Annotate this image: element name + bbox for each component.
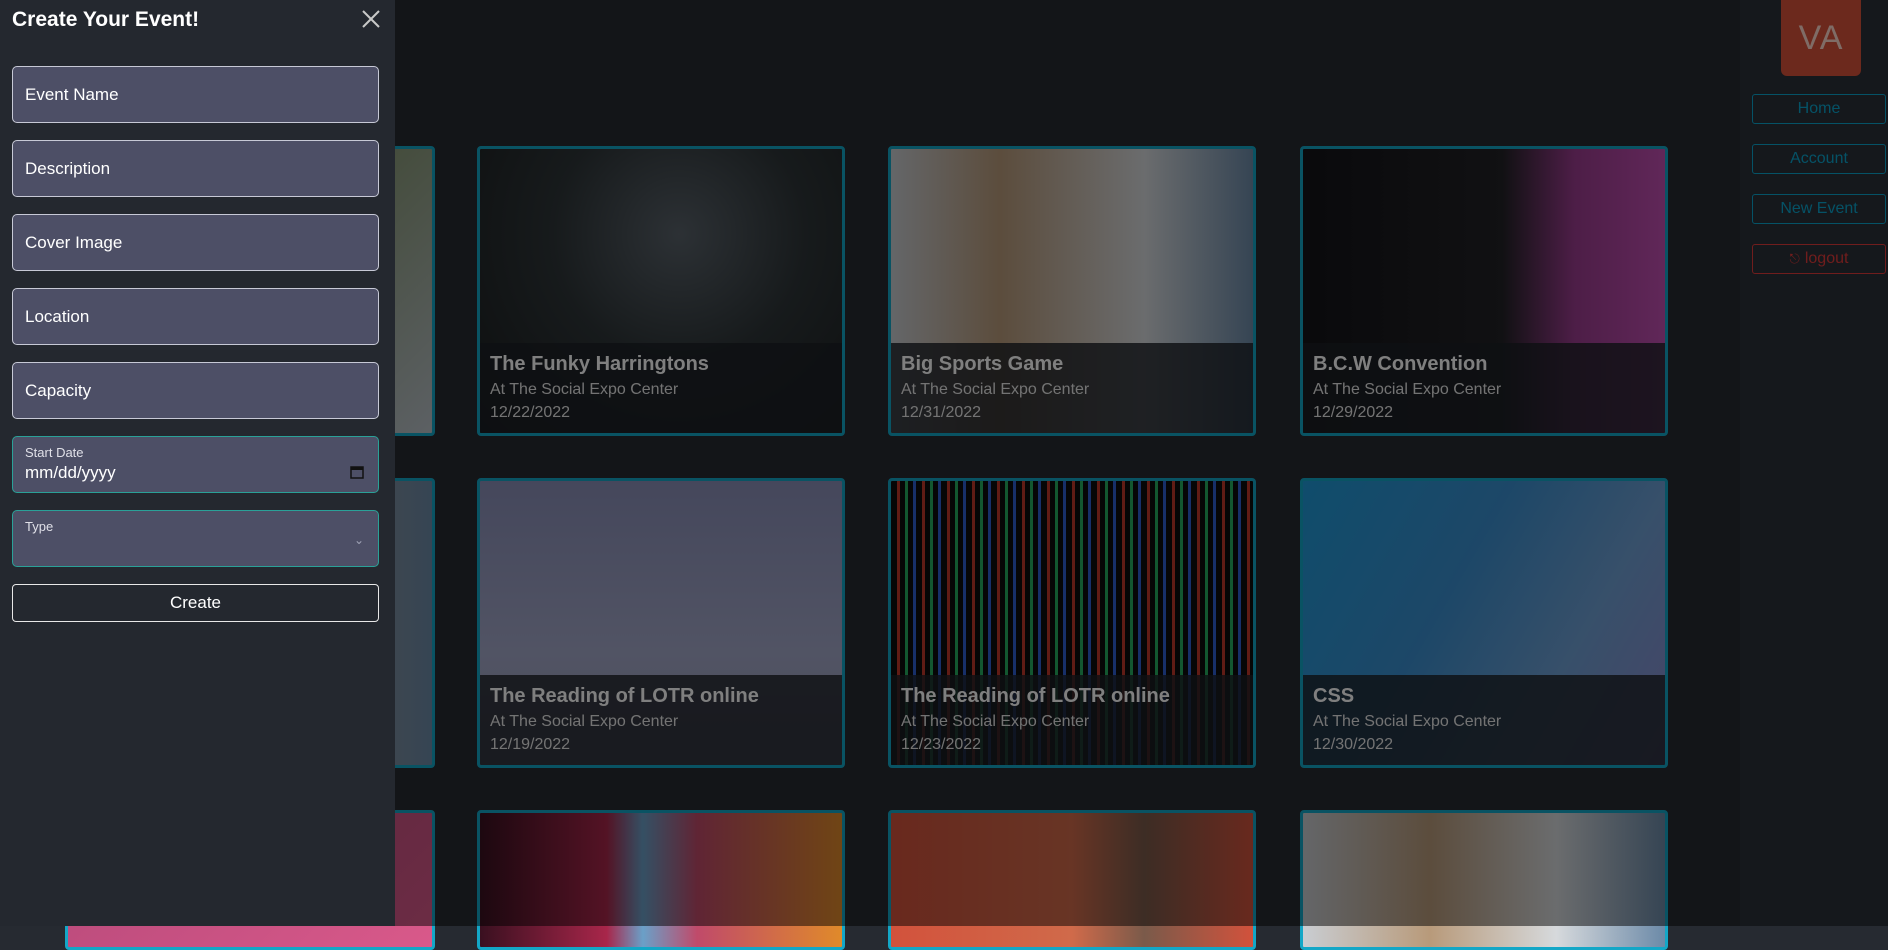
close-icon[interactable] xyxy=(358,6,384,32)
type-select[interactable]: Type ⌄ xyxy=(12,510,379,567)
create-button[interactable]: Create xyxy=(12,584,379,622)
drawer-title: Create Your Event! xyxy=(12,8,200,31)
chevron-down-icon: ⌄ xyxy=(353,533,364,547)
event-name-input[interactable]: Event Name xyxy=(12,66,379,123)
start-date-value: mm/dd/yyyy xyxy=(25,463,116,482)
calendar-icon[interactable] xyxy=(350,465,364,479)
create-event-drawer: Create Your Event! Event Name Descriptio… xyxy=(0,0,395,926)
start-date-input[interactable]: Start Date mm/dd/yyyy xyxy=(12,436,379,493)
cover-image-input[interactable]: Cover Image xyxy=(12,214,379,271)
location-input[interactable]: Location xyxy=(12,288,379,345)
description-input[interactable]: Description xyxy=(12,140,379,197)
type-label: Type xyxy=(25,519,54,534)
start-date-label: Start Date xyxy=(25,445,84,460)
capacity-input[interactable]: Capacity xyxy=(12,362,379,419)
